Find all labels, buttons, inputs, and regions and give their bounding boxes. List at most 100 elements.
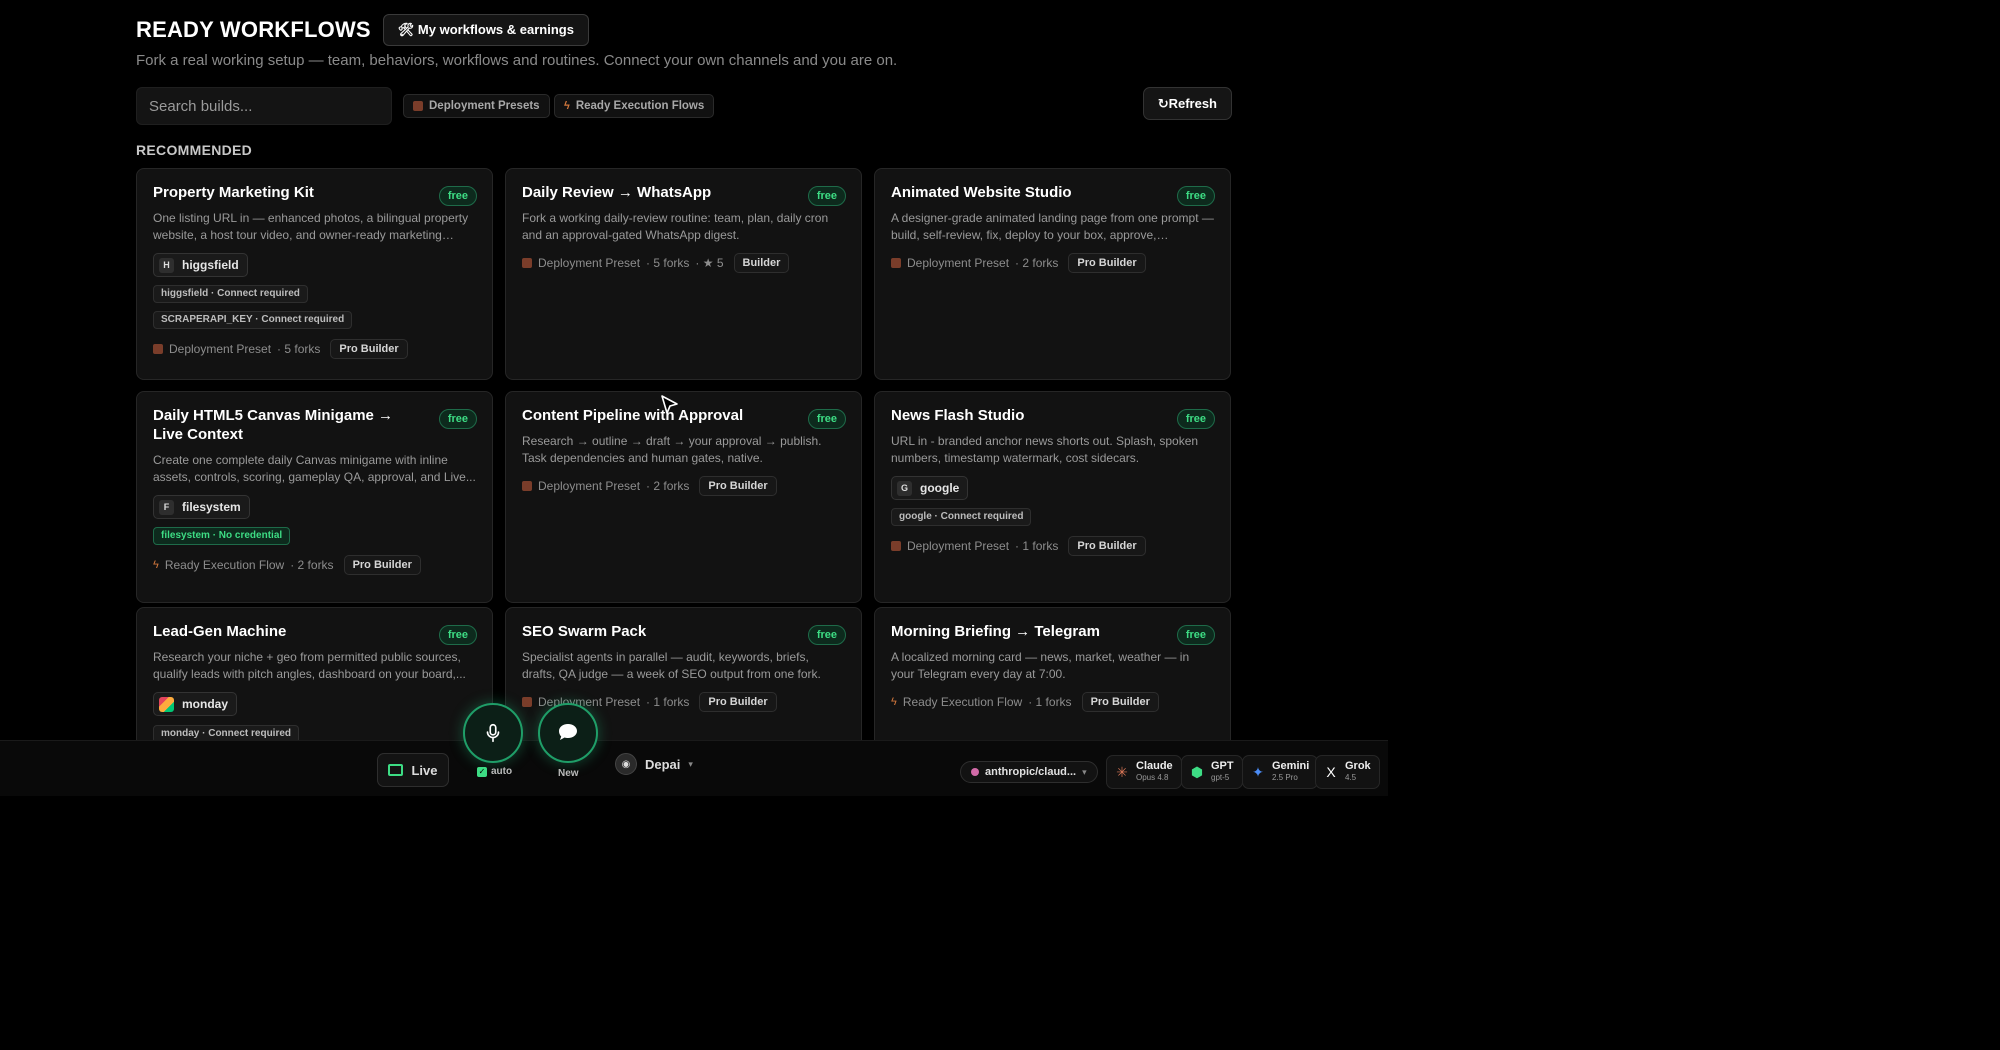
fork-count: · 2 forks (1015, 256, 1059, 270)
chevron-down-icon: ▾ (688, 758, 693, 769)
toolbar: Deployment Presets ϟ Ready Execution Flo… (136, 87, 1232, 125)
free-badge: free (438, 409, 477, 429)
workflow-card[interactable]: Morning Briefing → Telegram free A localiz… (874, 607, 1231, 740)
auto-toggle[interactable]: ✓ auto (477, 766, 512, 777)
my-workflows-button[interactable]: 🛠 My workflows & earnings (382, 14, 589, 46)
card-title: Property Marketing Kit (153, 184, 314, 201)
bottom-bar: Live ✓ auto New ◉ Depai ▾ anthropic/clau… (0, 703, 1388, 796)
requirement-badge: higgsfield · Connect required (153, 285, 308, 303)
card-meta: ϟ Ready Execution Flow · 2 forks Pro Bui… (153, 555, 476, 575)
provider-model: 2.5 Pro (1272, 773, 1298, 782)
card-meta: ϟ Ready Execution Flow · 1 forks Pro Bui… (891, 692, 1214, 712)
card-meta: Deployment Preset · 1 forks Pro Builder (891, 536, 1214, 556)
tier-badge: Pro Builder (330, 339, 408, 359)
free-badge: free (807, 409, 846, 429)
filter-deployment-presets[interactable]: Deployment Presets (403, 94, 550, 118)
preset-icon (522, 697, 532, 707)
card-description: Create one complete daily Canvas minigam… (153, 453, 476, 484)
provider-name: Claude (1136, 760, 1173, 772)
chevron-down-icon: ▾ (1082, 766, 1087, 777)
header: READY WORKFLOWS 🛠 My workflows & earning… (136, 14, 589, 46)
fork-count: · 2 forks (646, 479, 690, 493)
provider-model: 4.5 (1345, 773, 1357, 782)
card-title: Animated Website Studio (891, 184, 1072, 201)
workflow-card[interactable]: Daily Review → WhatsApp free Fork a workin… (505, 168, 862, 380)
provider-claude[interactable]: ✳ Claude Opus 4.8 (1106, 755, 1182, 789)
card-type: Ready Execution Flow (164, 558, 285, 572)
checkbox-icon: ✓ (477, 766, 487, 777)
live-button[interactable]: Live (377, 753, 449, 787)
card-title: Daily Review → WhatsApp (522, 184, 712, 201)
provider-name: Gemini (1272, 760, 1310, 772)
live-label: Live (411, 762, 438, 778)
card-title: Content Pipeline with Approval (522, 407, 744, 424)
tier-badge: Pro Builder (699, 692, 777, 712)
filter-ready-flows[interactable]: ϟ Ready Execution Flows (554, 94, 715, 118)
tier-badge: Pro Builder (1068, 253, 1146, 273)
card-type: Ready Execution Flow (902, 695, 1023, 709)
tier-badge: Pro Builder (1081, 692, 1159, 712)
tier-badge: Pro Builder (1068, 536, 1146, 556)
fork-count: · 5 forks (277, 342, 321, 356)
requirement-badge: SCRAPERAPI_KEY · Connect required (153, 311, 353, 329)
provider-grok[interactable]: X Grok 4.5 (1315, 755, 1380, 789)
requirement-badge: monday · Connect required (153, 724, 300, 740)
connector-chip[interactable]: monday (153, 692, 238, 716)
search-input[interactable] (136, 87, 392, 125)
model-label: anthropic/claud... (985, 766, 1077, 778)
workflow-card[interactable]: News Flash Studio free URL in - branded an… (874, 391, 1231, 603)
connector-chip[interactable]: G google (891, 476, 969, 500)
connector-chip[interactable]: H higgsfield (153, 253, 248, 277)
card-meta: Deployment Preset · 2 forks Pro Builder (522, 476, 845, 496)
card-type: Deployment Preset (907, 256, 1010, 270)
fork-count: · 5 forks (646, 256, 690, 270)
workflow-card[interactable]: Lead-Gen Machine free Research your niche … (136, 607, 493, 740)
mic-button[interactable] (463, 703, 523, 763)
persona-selector[interactable]: ◉ Depai ▾ (615, 753, 693, 775)
new-chat-button[interactable] (538, 703, 598, 763)
workflow-card[interactable]: Property Marketing Kit free One listing UR… (136, 168, 493, 380)
provider-gpt[interactable]: ⬢ GPT gpt-5 (1181, 755, 1243, 789)
preset-icon (522, 258, 532, 268)
card-description: One listing URL in — enhanced photos, a … (153, 211, 469, 242)
workflow-card[interactable]: Animated Website Studio free A designer-gr… (874, 168, 1231, 380)
card-meta: Deployment Preset · 5 forks · ★ 5 Builde… (522, 253, 845, 273)
preset-icon (891, 541, 901, 551)
provider-name: GPT (1211, 760, 1234, 772)
card-description: Fork a working daily-review routine: tea… (522, 211, 829, 242)
mouse-cursor-icon (661, 395, 678, 414)
workflow-card[interactable]: Daily HTML5 Canvas Minigame → Live Conte… (136, 391, 493, 603)
chat-bubble-icon (559, 724, 577, 740)
free-badge: free (1176, 625, 1215, 645)
star-count: · ★ 5 (695, 256, 724, 270)
card-description: A localized morning card — news, market,… (891, 650, 1190, 681)
grok-icon: X (1326, 764, 1336, 780)
card-title: News Flash Studio (891, 407, 1025, 424)
persona-avatar: ◉ (615, 753, 637, 775)
preset-icon (153, 344, 163, 354)
refresh-button[interactable]: ↻Refresh (1142, 87, 1232, 120)
workflow-card[interactable]: Content Pipeline with Approval free Resear… (505, 391, 862, 603)
free-badge: free (438, 186, 477, 206)
connector-chip[interactable]: F filesystem (153, 495, 250, 519)
monday-icon (159, 696, 174, 712)
page-subtitle: Fork a real working setup — team, behavi… (136, 52, 898, 69)
provider-name: Grok (1345, 760, 1371, 772)
connector-name: higgsfield (182, 258, 239, 272)
card-title: Morning Briefing → Telegram (891, 623, 1100, 640)
card-description: Research your niche + geo from permitted… (153, 650, 466, 681)
higgsfield-icon: H (159, 257, 174, 273)
persona-name: Depai (645, 756, 681, 772)
requirement-badge: filesystem · No credential (153, 527, 291, 545)
card-description: Research → outline → draft → your approv… (522, 434, 822, 465)
card-description: A designer-grade animated landing page f… (891, 211, 1214, 242)
claude-icon: ✳ (1116, 763, 1128, 780)
new-label: New (558, 768, 579, 779)
model-select[interactable]: anthropic/claud... ▾ (960, 761, 1098, 783)
provider-gemini[interactable]: ✦ Gemini 2.5 Pro (1242, 755, 1319, 789)
free-badge: free (1176, 409, 1215, 429)
gpt-icon: ⬢ (1190, 763, 1204, 780)
filter-label: Deployment Presets (429, 100, 540, 112)
card-description: Specialist agents in parallel — audit, k… (522, 650, 821, 681)
connector-name: monday (182, 697, 229, 711)
